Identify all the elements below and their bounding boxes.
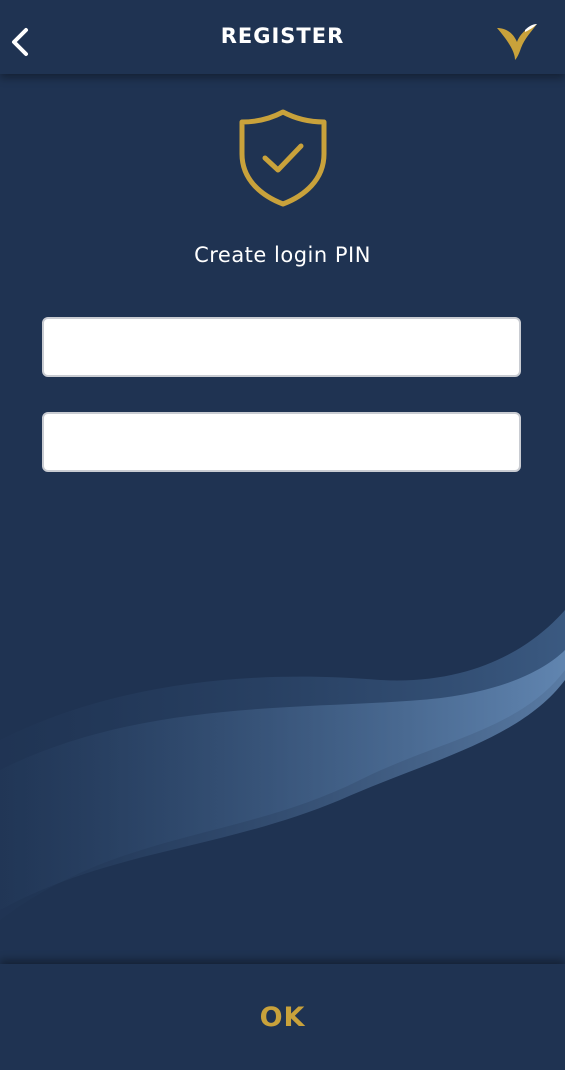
pin-input[interactable] xyxy=(42,317,521,377)
confirm-pin-input[interactable] xyxy=(42,412,521,472)
page-title: REGISTER xyxy=(220,24,345,48)
shield-check-icon xyxy=(239,109,327,207)
ok-button[interactable]: OK xyxy=(0,1002,565,1033)
app-header: REGISTER xyxy=(0,0,565,74)
footer-bar: OK xyxy=(0,964,565,1070)
create-pin-prompt: Create login PIN xyxy=(194,243,371,267)
background-waves xyxy=(0,610,565,920)
bird-logo-icon xyxy=(497,24,537,60)
register-screen: REGISTER Create login PIN OK xyxy=(0,0,565,1070)
